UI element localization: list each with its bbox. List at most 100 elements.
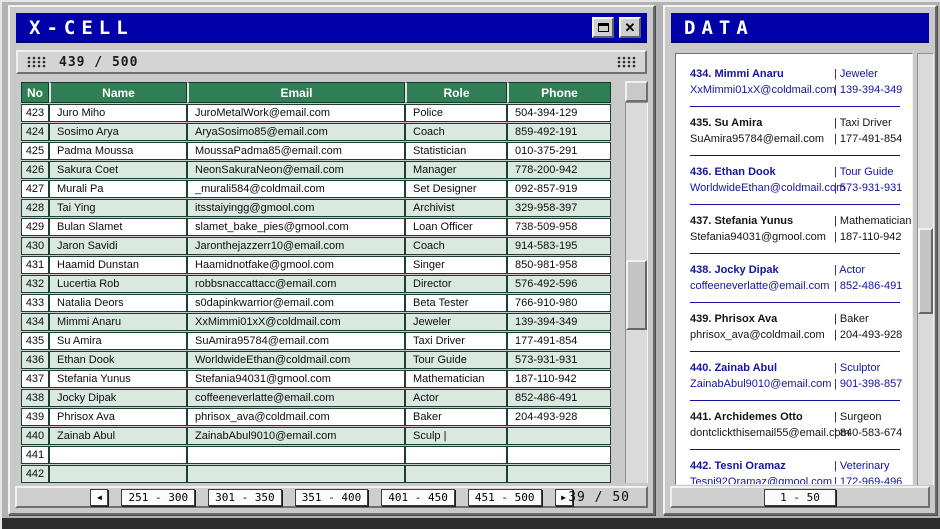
cell-name[interactable]: Su Amira [49,332,187,350]
cell-role[interactable]: Archivist [405,199,507,217]
entry-email[interactable]: Tesni92Oramaz@gmool.com [690,476,834,485]
cell-email[interactable]: coffeeneverlatte@email.com [187,389,405,407]
cell-role[interactable]: Statistician [405,142,507,160]
cell-email[interactable]: itsstaiyingg@gmool.com [187,199,405,217]
cell-name[interactable]: Bulan Slamet [49,218,187,236]
cell-role[interactable]: Sculp | [405,427,507,445]
cell-no[interactable]: 431 [21,256,49,274]
cell-phone[interactable]: 204-493-928 [507,408,611,426]
cell-phone[interactable]: 859-492-191 [507,123,611,141]
cell-no[interactable]: 425 [21,142,49,160]
entry-email[interactable]: ZainabAbul9010@email.com [690,378,834,390]
cell-no[interactable]: 439 [21,408,49,426]
cell-phone[interactable]: 504-394-129 [507,104,611,122]
cell-email[interactable]: _murali584@coldmail.com [187,180,405,198]
cell-email[interactable]: WorldwideEthan@coldmail.com [187,351,405,369]
cell-name[interactable]: Tai Ying [49,199,187,217]
cell-phone[interactable]: 187-110-942 [507,370,611,388]
page-range-button[interactable]: 251 - 300 [121,489,195,506]
cell-role[interactable]: Actor [405,389,507,407]
cell-role[interactable]: Manager [405,161,507,179]
cell-phone[interactable]: 778-200-942 [507,161,611,179]
cell-name[interactable]: Lucertia Rob [49,275,187,293]
page-range-button[interactable]: 351 - 400 [295,489,369,506]
cell-email[interactable]: robbsnaccattacc@email.com [187,275,405,293]
cell-role[interactable]: Police [405,104,507,122]
entry-email[interactable]: SuAmira95784@email.com [690,133,834,145]
grip-icon[interactable] [27,56,46,68]
page-range-button[interactable]: 451 - 500 [468,489,542,506]
cell-name[interactable]: Natalia Deors [49,294,187,312]
cell-phone[interactable]: 576-492-596 [507,275,611,293]
cell-email[interactable]: Stefania94031@gmool.com [187,370,405,388]
cell-email[interactable]: NeonSakuraNeon@email.com [187,161,405,179]
cell-phone[interactable]: 139-394-349 [507,313,611,331]
cell-role[interactable]: Tour Guide [405,351,507,369]
cell-email[interactable]: slamet_bake_pies@gmool.com [187,218,405,236]
cell-no[interactable]: 430 [21,237,49,255]
cell-name[interactable] [49,465,187,483]
cell-no[interactable]: 438 [21,389,49,407]
cell-role[interactable] [405,446,507,464]
entry-email[interactable]: phrisox_ava@coldmail.com [690,329,834,341]
cell-role[interactable]: Director [405,275,507,293]
page-range-button[interactable]: 301 - 350 [208,489,282,506]
cell-phone[interactable]: 573-931-931 [507,351,611,369]
cell-email[interactable]: Jaronthejazzerr10@email.com [187,237,405,255]
entry-email[interactable]: Stefania94031@gmool.com [690,231,834,243]
entry-email[interactable]: dontclickthisemail55@email.com [690,427,834,439]
cell-no[interactable]: 426 [21,161,49,179]
cell-name[interactable]: Jocky Dipak [49,389,187,407]
cell-email[interactable]: Haamidnotfake@gmool.com [187,256,405,274]
data-range-button[interactable]: 1 - 50 [764,489,836,506]
table-scrollbar[interactable] [625,81,648,483]
cell-name[interactable]: Sakura Coet [49,161,187,179]
cell-phone[interactable]: 177-491-854 [507,332,611,350]
cell-email[interactable] [187,465,405,483]
cell-phone[interactable] [507,427,611,445]
close-button[interactable]: ✕ [619,17,641,38]
cell-role[interactable] [405,465,507,483]
cell-role[interactable]: Singer [405,256,507,274]
cell-email[interactable]: s0dapinkwarrior@email.com [187,294,405,312]
cell-email[interactable]: JuroMetalWork@email.com [187,104,405,122]
cell-no[interactable]: 436 [21,351,49,369]
cell-name[interactable]: Ethan Dook [49,351,187,369]
cell-name[interactable]: Mimmi Anaru [49,313,187,331]
cell-name[interactable]: Zainab Abul [49,427,187,445]
entry-email[interactable]: WorldwideEthan@coldmail.com [690,182,834,194]
cell-role[interactable]: Coach [405,123,507,141]
cell-phone[interactable] [507,465,611,483]
cell-no[interactable]: 423 [21,104,49,122]
cell-phone[interactable]: 092-857-919 [507,180,611,198]
cell-email[interactable]: AryaSosimo85@email.com [187,123,405,141]
entry-email[interactable]: XxMimmi01xX@coldmail.com [690,84,834,96]
data-scrollbar[interactable] [917,53,934,485]
scrollbar-track[interactable] [625,102,648,483]
cell-role[interactable]: Coach [405,237,507,255]
cell-role[interactable]: Beta Tester [405,294,507,312]
cell-no[interactable]: 432 [21,275,49,293]
cell-no[interactable]: 428 [21,199,49,217]
scrollbar-thumb[interactable] [626,260,647,330]
cell-phone[interactable]: 914-583-195 [507,237,611,255]
cell-name[interactable]: Haamid Dunstan [49,256,187,274]
cell-no[interactable]: 440 [21,427,49,445]
cell-email[interactable]: MoussaPadma85@email.com [187,142,405,160]
cell-phone[interactable]: 850-981-958 [507,256,611,274]
cell-email[interactable]: XxMimmi01xX@coldmail.com [187,313,405,331]
cell-role[interactable]: Baker [405,408,507,426]
cell-no[interactable]: 441 [21,446,49,464]
cell-name[interactable]: Padma Moussa [49,142,187,160]
cell-no[interactable]: 424 [21,123,49,141]
cell-no[interactable]: 435 [21,332,49,350]
cell-phone[interactable]: 766-910-980 [507,294,611,312]
cell-phone[interactable]: 329-958-397 [507,199,611,217]
cell-name[interactable]: Sosimo Arya [49,123,187,141]
cell-name[interactable]: Stefania Yunus [49,370,187,388]
cell-email[interactable]: phrisox_ava@coldmail.com [187,408,405,426]
cell-name[interactable]: Phrisox Ava [49,408,187,426]
entry-email[interactable]: coffeeneverlatte@email.com [690,280,834,292]
cell-phone[interactable] [507,446,611,464]
xcell-titlebar[interactable]: X-CELL ✕ [16,13,647,43]
